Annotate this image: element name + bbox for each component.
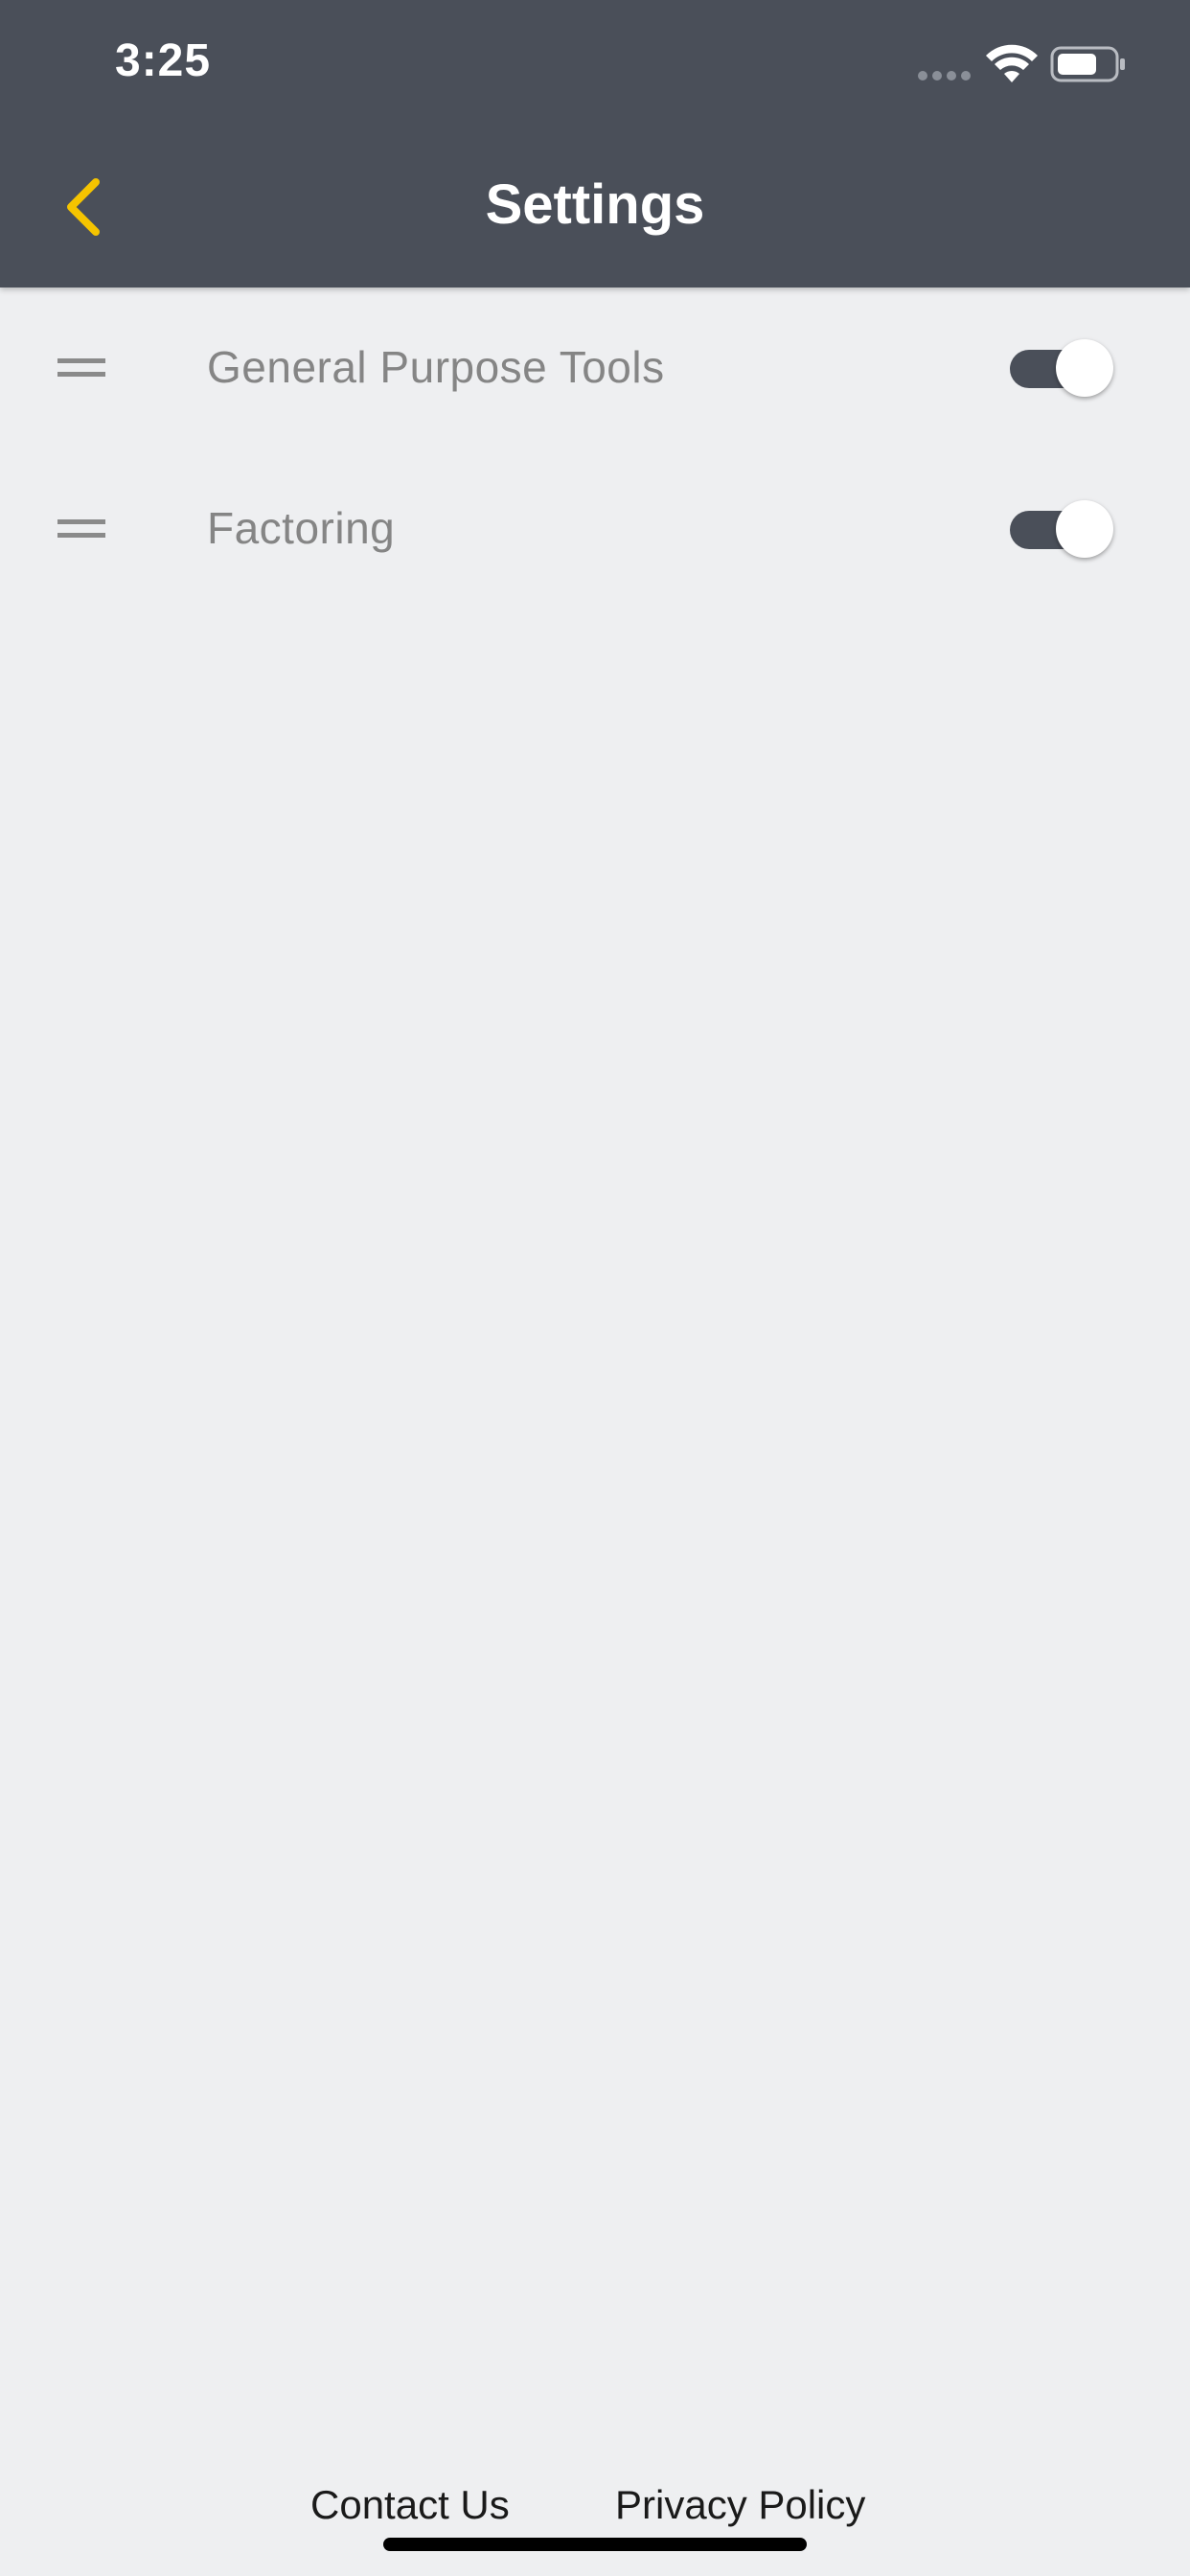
toggle-switch[interactable] xyxy=(1010,339,1117,397)
contact-us-link[interactable]: Contact Us xyxy=(310,2482,510,2528)
battery-icon xyxy=(1050,46,1125,82)
cellular-signal-icon xyxy=(918,71,971,80)
settings-row-factoring: Factoring xyxy=(0,456,1190,600)
settings-row-label: Factoring xyxy=(207,503,396,553)
toggle-switch[interactable] xyxy=(1010,500,1117,558)
privacy-policy-link[interactable]: Privacy Policy xyxy=(615,2482,865,2528)
drag-handle-icon[interactable] xyxy=(57,519,105,539)
settings-row-general-purpose-tools: General Purpose Tools xyxy=(0,295,1190,439)
settings-row-label: General Purpose Tools xyxy=(207,342,665,392)
drag-handle-icon[interactable] xyxy=(57,358,105,378)
app-header: 3:25 Settings xyxy=(0,0,1190,288)
toggle-thumb xyxy=(1056,500,1113,558)
status-bar-time: 3:25 xyxy=(115,35,212,86)
toggle-thumb xyxy=(1056,339,1113,397)
wifi-icon xyxy=(986,44,1038,82)
page-title: Settings xyxy=(485,173,705,236)
home-indicator xyxy=(383,2538,807,2551)
